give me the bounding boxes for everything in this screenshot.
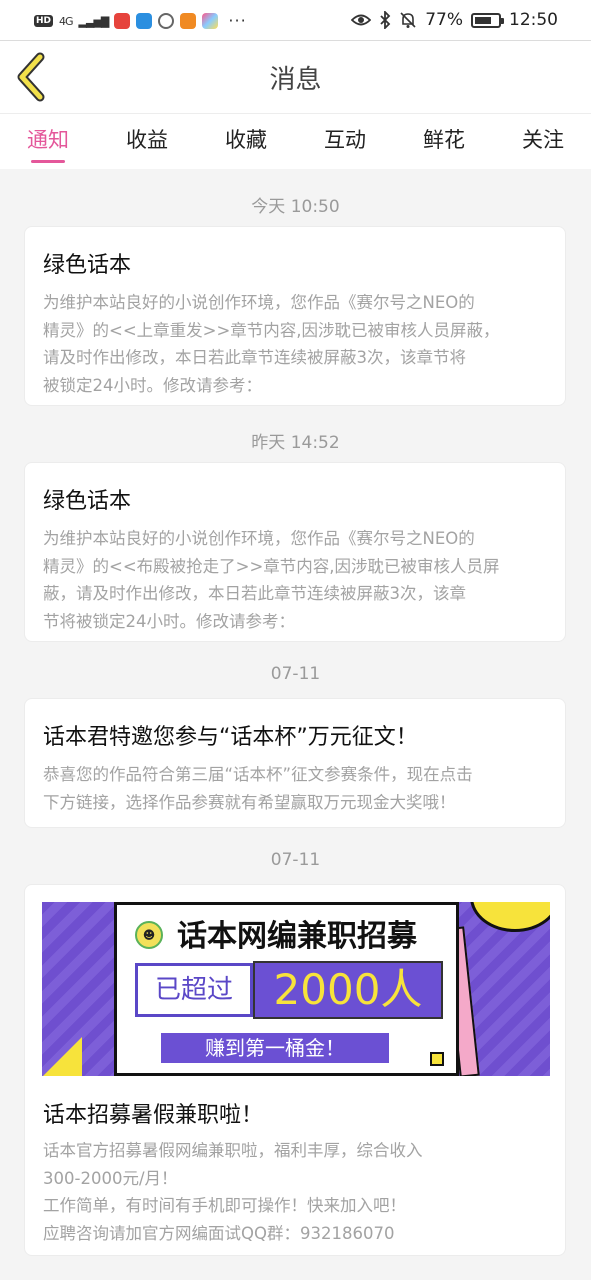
promo-banner[interactable]: ☻ 话本网编兼职招募 已超过 2000人 赚到第一桶金！ [42, 902, 550, 1076]
status-right: 77% 12:50 [351, 8, 558, 32]
notification-card[interactable]: 绿色话本 为维护本站良好的小说创作环境，您作品《赛尔号之NEO的 精灵》的<<布… [24, 462, 566, 642]
status-bar: HD 4G ▂▃▅▇ ··· 77% 12:50 [0, 0, 591, 41]
notification-card[interactable]: ☻ 话本网编兼职招募 已超过 2000人 赚到第一桶金！ 话本招募暑假兼职啦！ … [24, 884, 566, 1256]
banner-left-text: 已超过 [135, 963, 253, 1017]
notification-title: 话本招募暑假兼职啦！ [43, 1103, 264, 1128]
battery-percent: 77% [425, 10, 463, 30]
banner-cta: 赚到第一桶金！ [161, 1033, 389, 1063]
banner-count-text: 2000人 [253, 961, 443, 1019]
tab-flowers[interactable]: 鲜花 [420, 124, 468, 164]
tab-label: 鲜花 [423, 128, 465, 152]
tab-label: 收藏 [225, 128, 267, 152]
tab-earnings[interactable]: 收益 [123, 124, 171, 164]
app-header: 消息 [0, 41, 591, 113]
app-notification-icon [180, 13, 197, 29]
notification-card[interactable]: 话本君特邀您参与“话本杯”万元征文！ 恭喜您的作品符合第三届“话本杯”征文参赛条… [24, 698, 566, 828]
active-tab-indicator [31, 160, 65, 163]
more-notifications-icon: ··· [228, 11, 247, 30]
tab-label: 关注 [522, 128, 564, 152]
app-notification-icon [202, 13, 219, 29]
eye-icon [351, 14, 372, 26]
bluetooth-icon [380, 11, 391, 29]
battery-icon [471, 12, 504, 28]
page-title: 消息 [269, 65, 322, 95]
tab-interactions[interactable]: 互动 [321, 124, 369, 164]
notification-body: 为维护本站良好的小说创作环境，您作品《赛尔号之NEO的 精灵》的<<布殿被抢走了… [43, 529, 500, 631]
banner-decoration [42, 1037, 82, 1076]
site-logo-icon: ☻ [135, 921, 163, 949]
tab-favorites[interactable]: 收藏 [222, 124, 270, 164]
banner-decoration [430, 1052, 444, 1066]
tab-bar: 通知 收益 收藏 互动 鲜花 关注 [0, 113, 591, 169]
date-label: 07-11 [270, 850, 321, 870]
status-left: HD 4G ▂▃▅▇ ··· [34, 10, 247, 32]
tab-label: 收益 [126, 128, 168, 152]
tab-label: 通知 [27, 128, 69, 152]
app-notification-icon [114, 13, 131, 29]
date-label: 07-11 [270, 664, 321, 684]
notification-card[interactable]: 绿色话本 为维护本站良好的小说创作环境，您作品《赛尔号之NEO的 精灵》的<<上… [24, 226, 566, 406]
network-indicator: 4G [59, 14, 73, 28]
app-notification-icon [136, 13, 153, 29]
notification-body: 话本官方招募暑假网编兼职啦，福利丰厚，综合收入 300-2000元/月！ 工作简… [43, 1141, 423, 1243]
tab-following[interactable]: 关注 [519, 124, 567, 164]
bell-off-icon [400, 12, 416, 28]
notification-title: 绿色话本 [43, 489, 132, 514]
notification-title: 话本君特邀您参与“话本杯”万元征文！ [43, 725, 418, 750]
banner-panel: ☻ 话本网编兼职招募 已超过 2000人 赚到第一桶金！ [114, 902, 459, 1076]
tab-notice[interactable]: 通知 [24, 124, 72, 164]
signal-icon: ▂▃▅▇ [78, 14, 110, 28]
notification-body: 恭喜您的作品符合第三届“话本杯”征文参赛条件，现在点击 下方链接，选择作品参赛就… [43, 765, 473, 812]
notification-body: 为维护本站良好的小说创作环境，您作品《赛尔号之NEO的 精灵》的<<上章重发>>… [43, 293, 500, 395]
banner-title: 话本网编兼职招募 [177, 919, 417, 954]
date-label: 昨天 14:52 [251, 433, 340, 453]
banner-decoration [470, 902, 550, 932]
date-label: 今天 10:50 [251, 197, 340, 217]
clock: 12:50 [509, 10, 558, 30]
app-notification-icon [158, 13, 175, 29]
tab-label: 互动 [324, 128, 366, 152]
hd-badge: HD [34, 15, 54, 27]
notification-title: 绿色话本 [43, 253, 132, 278]
